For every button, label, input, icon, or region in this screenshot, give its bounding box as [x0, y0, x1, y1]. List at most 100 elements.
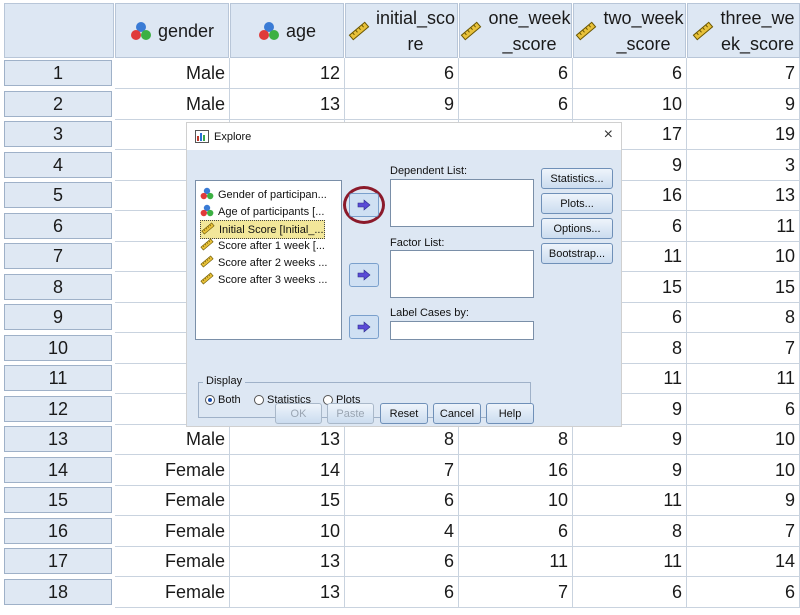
column-header-one-week-score[interactable]: one_week _score	[459, 3, 572, 58]
row-number[interactable]: 17	[4, 548, 112, 574]
table-cell-age[interactable]: 10	[230, 516, 345, 547]
table-cell-initial-score[interactable]: 9	[345, 89, 459, 120]
table-cell-three-week-score[interactable]: 9	[687, 89, 800, 120]
table-cell-gender[interactable]: Female	[115, 455, 230, 486]
factor-list[interactable]	[390, 250, 534, 298]
table-cell-one-week-score[interactable]: 11	[459, 546, 573, 577]
table-cell-two-week-score[interactable]: 9	[573, 455, 687, 486]
table-cell-gender[interactable]: Female	[115, 485, 230, 516]
row-number[interactable]: 15	[4, 487, 112, 513]
table-cell-three-week-score[interactable]: 11	[687, 363, 800, 394]
help-button[interactable]: Help	[486, 403, 534, 424]
row-number[interactable]: 7	[4, 243, 112, 269]
table-cell-age[interactable]: 15	[230, 485, 345, 516]
table-cell-three-week-score[interactable]: 10	[687, 455, 800, 486]
table-cell-gender[interactable]: Female	[115, 546, 230, 577]
display-both-radio[interactable]: Both	[205, 394, 241, 406]
column-header-age[interactable]: age	[230, 3, 344, 58]
table-cell-gender[interactable]: Male	[115, 58, 230, 89]
statistics-button[interactable]: Statistics...	[541, 168, 613, 189]
options-button[interactable]: Options...	[541, 218, 613, 239]
row-number[interactable]: 16	[4, 518, 112, 544]
row-number[interactable]: 18	[4, 579, 112, 605]
paste-button[interactable]: Paste	[327, 403, 374, 424]
table-cell-three-week-score[interactable]: 15	[687, 272, 800, 303]
table-cell-initial-score[interactable]: 6	[345, 485, 459, 516]
row-number[interactable]: 5	[4, 182, 112, 208]
table-cell-three-week-score[interactable]: 10	[687, 424, 800, 455]
table-cell-two-week-score[interactable]: 9	[573, 424, 687, 455]
plots-button[interactable]: Plots...	[541, 193, 613, 214]
table-cell-two-week-score[interactable]: 10	[573, 89, 687, 120]
close-icon[interactable]: ×	[604, 126, 613, 144]
variable-list-item[interactable]: Score after 3 weeks ...	[200, 271, 327, 288]
dependent-list[interactable]	[390, 179, 534, 227]
column-header-gender[interactable]: gender	[115, 3, 229, 58]
table-cell-three-week-score[interactable]: 7	[687, 58, 800, 89]
table-cell-age[interactable]: 13	[230, 546, 345, 577]
row-number[interactable]: 4	[4, 152, 112, 178]
table-cell-one-week-score[interactable]: 10	[459, 485, 573, 516]
table-cell-initial-score[interactable]: 6	[345, 577, 459, 608]
row-number[interactable]: 6	[4, 213, 112, 239]
table-cell-gender[interactable]: Female	[115, 577, 230, 608]
table-cell-three-week-score[interactable]: 11	[687, 211, 800, 242]
table-cell-age[interactable]: 13	[230, 89, 345, 120]
table-cell-three-week-score[interactable]: 13	[687, 180, 800, 211]
table-cell-gender[interactable]: Male	[115, 424, 230, 455]
move-to-label-cases-button[interactable]	[349, 315, 379, 339]
row-number[interactable]: 10	[4, 335, 112, 361]
table-cell-one-week-score[interactable]: 6	[459, 516, 573, 547]
table-cell-three-week-score[interactable]: 7	[687, 333, 800, 364]
table-cell-two-week-score[interactable]: 11	[573, 546, 687, 577]
table-cell-two-week-score[interactable]: 6	[573, 58, 687, 89]
table-cell-gender[interactable]: Female	[115, 516, 230, 547]
row-number[interactable]: 8	[4, 274, 112, 300]
row-number[interactable]: 3	[4, 121, 112, 147]
row-number[interactable]: 14	[4, 457, 112, 483]
table-cell-two-week-score[interactable]: 6	[573, 577, 687, 608]
table-cell-one-week-score[interactable]: 6	[459, 58, 573, 89]
table-cell-one-week-score[interactable]: 8	[459, 424, 573, 455]
table-cell-three-week-score[interactable]: 7	[687, 516, 800, 547]
bootstrap-button[interactable]: Bootstrap...	[541, 243, 613, 264]
table-cell-three-week-score[interactable]: 3	[687, 150, 800, 181]
table-cell-one-week-score[interactable]: 16	[459, 455, 573, 486]
table-cell-initial-score[interactable]: 6	[345, 546, 459, 577]
table-cell-three-week-score[interactable]: 8	[687, 302, 800, 333]
row-number[interactable]: 1	[4, 60, 112, 86]
table-cell-two-week-score[interactable]: 11	[573, 485, 687, 516]
table-cell-initial-score[interactable]: 8	[345, 424, 459, 455]
table-cell-age[interactable]: 12	[230, 58, 345, 89]
move-to-factor-list-button[interactable]	[349, 263, 379, 287]
table-cell-three-week-score[interactable]: 9	[687, 485, 800, 516]
label-cases-field[interactable]	[390, 321, 534, 340]
table-cell-initial-score[interactable]: 4	[345, 516, 459, 547]
ok-button[interactable]: OK	[275, 403, 322, 424]
row-number[interactable]: 9	[4, 304, 112, 330]
table-cell-one-week-score[interactable]: 6	[459, 89, 573, 120]
table-cell-three-week-score[interactable]: 14	[687, 546, 800, 577]
table-cell-initial-score[interactable]: 6	[345, 58, 459, 89]
table-cell-gender[interactable]: Male	[115, 89, 230, 120]
table-cell-three-week-score[interactable]: 10	[687, 241, 800, 272]
table-cell-age[interactable]: 14	[230, 455, 345, 486]
table-cell-three-week-score[interactable]: 6	[687, 394, 800, 425]
column-header-two-week-score[interactable]: two_week _score	[573, 3, 686, 58]
row-number[interactable]: 11	[4, 365, 112, 391]
variable-list-item[interactable]: Gender of participan...	[200, 186, 327, 203]
table-cell-two-week-score[interactable]: 8	[573, 516, 687, 547]
row-number[interactable]: 13	[4, 426, 112, 452]
table-cell-one-week-score[interactable]: 7	[459, 577, 573, 608]
variable-list-item[interactable]: Score after 1 week [...	[200, 237, 325, 254]
column-header-initial-score[interactable]: initial_sco re	[345, 3, 458, 58]
variable-list-item[interactable]: Age of participants [...	[200, 203, 324, 220]
source-variable-list[interactable]: Gender of participan... Age of participan…	[195, 180, 342, 340]
variable-list-item[interactable]: Score after 2 weeks ...	[200, 254, 327, 271]
table-cell-three-week-score[interactable]: 6	[687, 577, 800, 608]
reset-button[interactable]: Reset	[380, 403, 428, 424]
table-cell-three-week-score[interactable]: 19	[687, 119, 800, 150]
row-number[interactable]: 2	[4, 91, 112, 117]
table-cell-initial-score[interactable]: 7	[345, 455, 459, 486]
cancel-button[interactable]: Cancel	[433, 403, 481, 424]
